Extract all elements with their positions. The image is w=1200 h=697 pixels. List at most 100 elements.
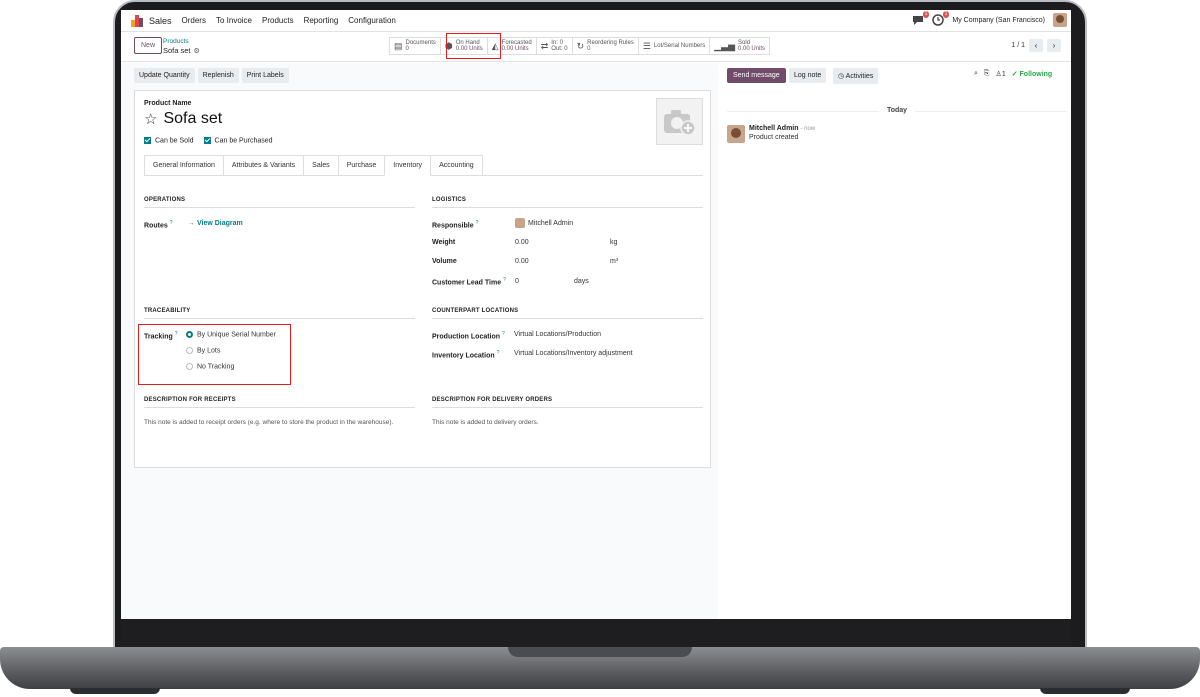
messages-badge: 1 bbox=[922, 11, 930, 18]
message-time: - now bbox=[800, 126, 816, 132]
laptop-foot-right bbox=[1040, 688, 1130, 694]
routes-label-text: Routes bbox=[144, 222, 168, 230]
exchange-icon: ⇄ bbox=[540, 41, 549, 51]
smart-button-reordering-rules[interactable]: ↻ Reordering Rules 0 bbox=[573, 38, 639, 54]
menu-reporting[interactable]: Reporting bbox=[304, 16, 339, 25]
app-name[interactable]: Sales bbox=[149, 16, 172, 26]
top-navbar: Sales Orders To Invoice Products Reporti… bbox=[121, 10, 1071, 32]
tab-general-information[interactable]: General Information bbox=[144, 155, 224, 175]
smart-value: 0.00 Units bbox=[738, 46, 766, 52]
responsible-field[interactable]: Mitchell Admin bbox=[515, 218, 573, 228]
message-author-name[interactable]: Mitchell Admin bbox=[749, 125, 799, 132]
breadcrumb-current-label: Sofa set bbox=[163, 46, 191, 55]
print-labels-button[interactable]: Print Labels bbox=[241, 68, 289, 83]
followers-button[interactable]: ♙1 bbox=[996, 70, 1006, 78]
new-button[interactable]: New bbox=[134, 37, 163, 54]
star-icon[interactable]: ☆ bbox=[144, 110, 157, 128]
camera-plus-icon bbox=[663, 109, 696, 136]
weight-field[interactable]: 0.00 bbox=[515, 239, 529, 246]
can-be-sold-label: Can be Sold bbox=[155, 137, 194, 145]
help-icon[interactable]: ? bbox=[503, 277, 506, 283]
refresh-icon: ↻ bbox=[576, 41, 585, 51]
date-separator: Today bbox=[727, 107, 1067, 114]
help-icon[interactable]: ? bbox=[502, 331, 505, 337]
inventory-location-field[interactable]: Virtual Locations/Inventory adjustment bbox=[514, 350, 633, 357]
company-switcher[interactable]: My Company (San Francisco) bbox=[952, 17, 1045, 24]
smart-button-lot-serial[interactable]: ☰ Lot/Serial Numbers bbox=[639, 38, 711, 54]
receipts-title: DESCRIPTION FOR RECEIPTS bbox=[144, 397, 415, 408]
laptop-notch bbox=[508, 647, 692, 657]
tab-accounting[interactable]: Accounting bbox=[430, 155, 483, 175]
tab-sales[interactable]: Sales bbox=[303, 155, 339, 175]
avatar bbox=[515, 218, 525, 228]
following-button[interactable]: ✓ Following bbox=[1012, 70, 1052, 78]
lead-time-field[interactable]: 0 bbox=[515, 278, 519, 285]
tab-purchase[interactable]: Purchase bbox=[337, 155, 386, 175]
delivery-note[interactable]: This note is added to delivery orders. bbox=[432, 417, 692, 428]
tab-inventory[interactable]: Inventory bbox=[384, 155, 432, 176]
help-icon[interactable]: ? bbox=[170, 220, 173, 226]
production-label-text: Production Location bbox=[432, 333, 501, 341]
product-image-upload[interactable] bbox=[656, 98, 703, 145]
lead-time-unit: days bbox=[574, 278, 589, 285]
smart-button-documents[interactable]: ▤ Documents 0 bbox=[390, 38, 441, 54]
form-sheet: Product Name ☆ Sofa set Can be Sold Can … bbox=[134, 90, 711, 468]
menu-to-invoice[interactable]: To Invoice bbox=[216, 16, 252, 25]
product-name[interactable]: Sofa set bbox=[163, 110, 222, 128]
help-icon[interactable]: ? bbox=[497, 350, 500, 356]
smart-value: 0.00 Units bbox=[501, 46, 529, 52]
pager-value[interactable]: 1 / 1 bbox=[1011, 42, 1025, 49]
app-logo-icon[interactable] bbox=[131, 14, 143, 27]
activities-button[interactable]: ◷ Activities bbox=[833, 68, 879, 84]
messages-icon[interactable]: 1 bbox=[912, 11, 930, 26]
following-label: Following bbox=[1019, 71, 1053, 78]
replenish-button[interactable]: Replenish bbox=[197, 68, 239, 83]
send-message-button[interactable]: Send message bbox=[727, 68, 786, 83]
smart-label: Lot/Serial Numbers bbox=[653, 43, 706, 49]
date-separator-label: Today bbox=[878, 107, 916, 114]
can-be-purchased-checkbox[interactable]: Can be Purchased bbox=[203, 137, 273, 145]
message-avatar[interactable] bbox=[727, 125, 745, 143]
menu-products[interactable]: Products bbox=[262, 16, 294, 25]
smart-label: Documents bbox=[405, 40, 436, 46]
user-avatar[interactable] bbox=[1053, 13, 1067, 27]
tab-attributes-variants[interactable]: Attributes & Variants bbox=[222, 155, 305, 175]
receipts-note[interactable]: This note is added to receipt orders (e.… bbox=[144, 417, 404, 428]
checkbox-checked-icon bbox=[144, 137, 151, 144]
product-flags: Can be Sold Can be Purchased bbox=[144, 137, 273, 144]
paperclip-icon[interactable]: ⎘ bbox=[984, 70, 990, 78]
control-panel: New Products Sofa set ⚙ ▤ Documents 0 ⬢ On H… bbox=[121, 32, 1071, 62]
weight-label: Weight bbox=[432, 239, 456, 246]
activities-clock-icon[interactable]: 1 bbox=[932, 11, 950, 26]
followers-count: 1 bbox=[1001, 71, 1006, 78]
update-quantity-button[interactable]: Update Quantity bbox=[134, 68, 195, 83]
can-be-sold-checkbox[interactable]: Can be Sold bbox=[144, 137, 194, 144]
product-name-label: Product Name bbox=[144, 100, 192, 107]
menu-configuration[interactable]: Configuration bbox=[348, 16, 396, 25]
check-icon: ✓ bbox=[1011, 71, 1020, 78]
help-icon[interactable]: ? bbox=[476, 220, 479, 226]
responsible-value: Mitchell Admin bbox=[528, 219, 574, 227]
can-be-purchased-label: Can be Purchased bbox=[214, 137, 273, 145]
notebook-tabs: General Information Attributes & Variant… bbox=[144, 155, 703, 176]
message-author: Mitchell Admin - now bbox=[749, 125, 815, 132]
laptop-mockup: Sales Orders To Invoice Products Reporti… bbox=[0, 0, 1200, 697]
pager-next-icon[interactable]: › bbox=[1047, 39, 1061, 52]
production-location-field[interactable]: Virtual Locations/Production bbox=[514, 331, 601, 338]
tracking-highlight bbox=[138, 324, 291, 385]
gear-icon[interactable]: ⚙ bbox=[194, 48, 200, 55]
volume-field[interactable]: 0.00 bbox=[515, 258, 529, 265]
screen: Sales Orders To Invoice Products Reporti… bbox=[121, 10, 1071, 619]
view-diagram-link[interactable]: → View Diagram bbox=[188, 220, 243, 227]
arrow-right-icon: → bbox=[188, 220, 197, 227]
menu-orders[interactable]: Orders bbox=[182, 16, 206, 25]
search-icon[interactable]: ⌕ bbox=[974, 70, 978, 78]
form-actions: Update Quantity Replenish Print Labels bbox=[134, 68, 289, 83]
smart-button-in-out[interactable]: ⇄ In: 0 Out: 0 bbox=[537, 38, 573, 54]
smart-button-sold[interactable]: ▁▃▅ Sold 0.00 Units bbox=[710, 38, 769, 54]
breadcrumb-products[interactable]: Products bbox=[163, 38, 189, 45]
list-icon: ☰ bbox=[642, 41, 651, 51]
pager-prev-icon[interactable]: ‹ bbox=[1029, 39, 1043, 52]
view-diagram-text: View Diagram bbox=[196, 220, 243, 227]
log-note-button[interactable]: Log note bbox=[789, 68, 827, 83]
